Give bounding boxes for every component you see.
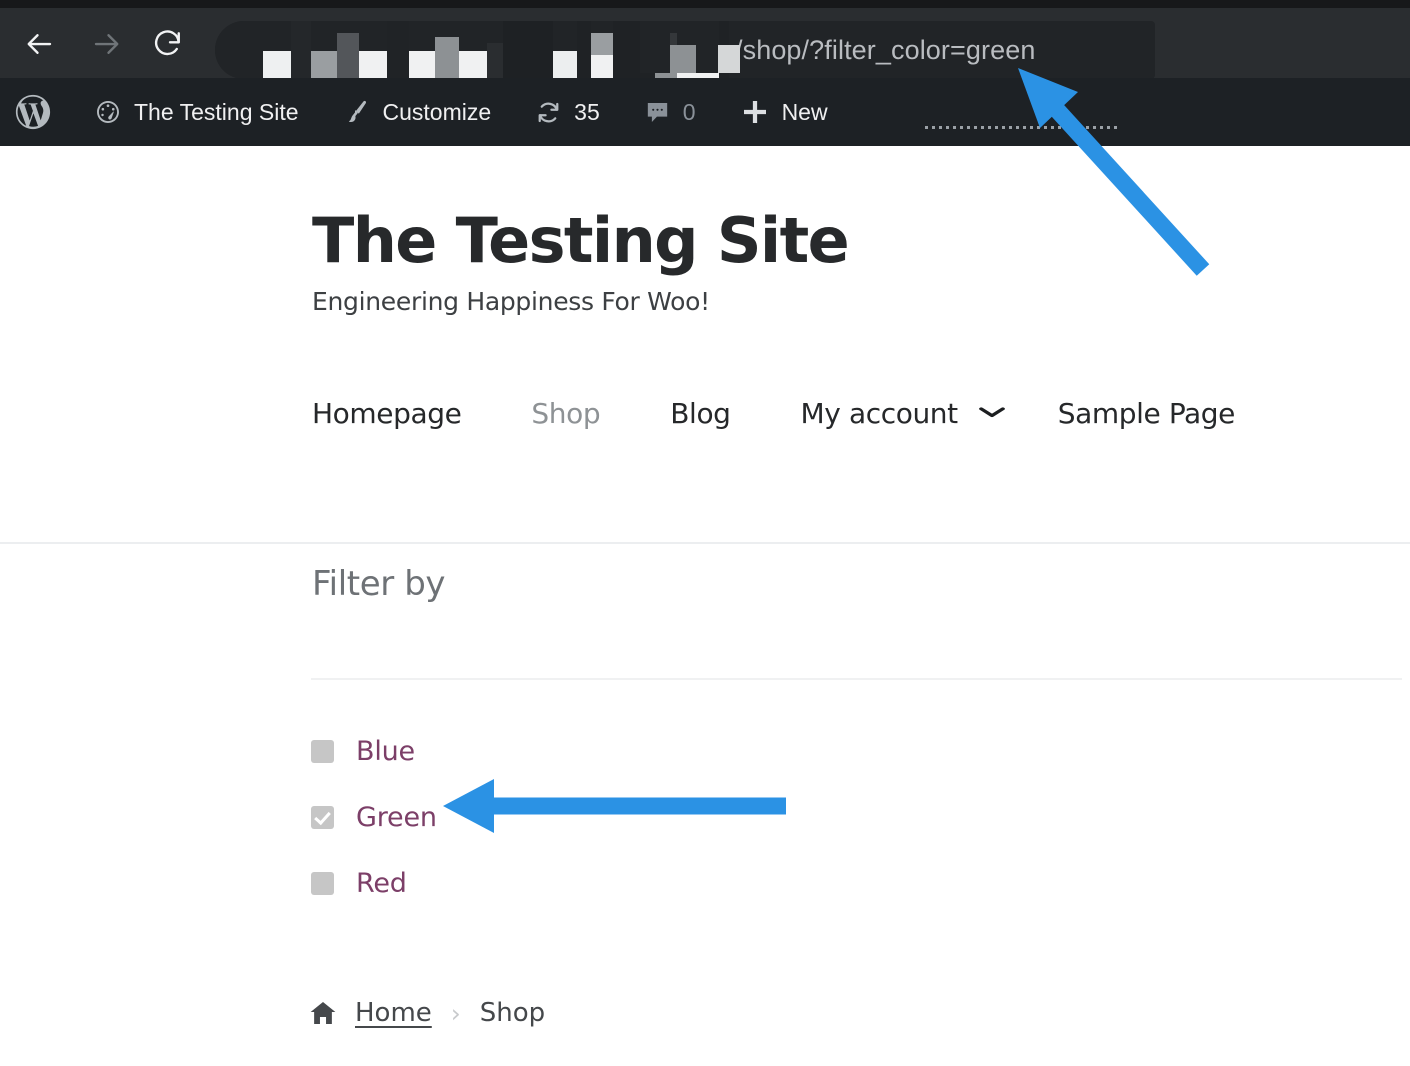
paintbrush-icon: [343, 98, 371, 126]
updates-refresh-icon: [535, 99, 562, 126]
breadcrumb: Home › Shop: [308, 998, 545, 1028]
customize-label: Customize: [382, 98, 492, 125]
adminbar-dotted-underline: [925, 126, 1117, 129]
plus-icon: [740, 97, 770, 127]
site-name-label: The Testing Site: [134, 98, 299, 125]
nav-item-shop[interactable]: Shop: [531, 397, 600, 430]
new-content-menu[interactable]: New: [740, 78, 828, 146]
page-title[interactable]: The Testing Site: [312, 208, 1410, 273]
adminbar-spacer-3: [600, 112, 644, 113]
redacted-url-mosaic-tail: [640, 21, 750, 73]
site-header: The Testing Site Engineering Happiness F…: [0, 146, 1410, 316]
filter-label-red[interactable]: Red: [356, 868, 407, 899]
breadcrumb-current: Shop: [479, 998, 546, 1028]
breadcrumb-separator-icon: ›: [450, 998, 461, 1028]
nav-item-blog[interactable]: Blog: [670, 397, 731, 430]
primary-navigation: Homepage Shop Blog My account Sample Pag…: [0, 382, 1410, 444]
filter-option-blue[interactable]: Blue: [311, 718, 437, 784]
wordpress-logo-icon: [14, 93, 52, 131]
filter-option-green[interactable]: Green: [311, 784, 437, 850]
filter-options-list: Blue Green Red: [311, 718, 437, 916]
home-house-icon[interactable]: [308, 999, 338, 1027]
customize-menu[interactable]: Customize: [343, 78, 492, 146]
checkbox-red[interactable]: [311, 871, 334, 895]
adminbar-spacer-2: [491, 112, 535, 113]
adminbar-spacer-4: [696, 112, 740, 113]
back-button[interactable]: [22, 26, 58, 62]
site-tagline: Engineering Happiness For Woo!: [312, 287, 710, 317]
new-label: New: [781, 98, 828, 125]
forward-button[interactable]: [88, 26, 124, 62]
nav-item-my-account[interactable]: My account: [800, 396, 1005, 430]
wordpress-admin-bar: The Testing Site Customize 35 0 New: [0, 78, 1410, 146]
breadcrumb-home-link[interactable]: Home: [355, 998, 432, 1028]
arrow-left-icon: [27, 34, 52, 54]
filter-divider: [311, 678, 1402, 680]
filter-option-red[interactable]: Red: [311, 850, 437, 916]
nav-item-my-account-label: My account: [800, 396, 959, 430]
updates-menu[interactable]: 35: [535, 78, 600, 146]
adminbar-spacer-1: [299, 112, 343, 113]
wp-logo-button[interactable]: [14, 78, 64, 146]
filter-widget: Filter by Blue Green Red: [0, 564, 1410, 899]
page-content: The Testing Site Engineering Happiness F…: [0, 146, 1410, 1066]
dashboard-speedometer-icon: [94, 98, 122, 126]
url-text: /shop/?filter_color=green: [735, 35, 1036, 65]
checkbox-blue[interactable]: [311, 739, 334, 763]
filter-heading: Filter by: [312, 564, 446, 604]
header-divider: [0, 542, 1410, 544]
nav-item-sample-page[interactable]: Sample Page: [1058, 397, 1236, 430]
site-name-menu[interactable]: The Testing Site: [94, 78, 299, 146]
reload-icon: [155, 30, 180, 56]
comments-count: 0: [682, 98, 696, 125]
comments-menu[interactable]: 0: [644, 78, 696, 146]
updates-count: 35: [574, 98, 600, 125]
reload-button[interactable]: [150, 26, 186, 62]
comment-bubble-icon: [644, 99, 671, 126]
filter-label-blue[interactable]: Blue: [356, 736, 415, 767]
chevron-down-icon[interactable]: [976, 402, 1008, 423]
window-top-strip: [0, 0, 1410, 8]
filter-label-green[interactable]: Green: [356, 802, 437, 833]
checkbox-green[interactable]: [311, 805, 334, 829]
arrow-right-icon: [94, 34, 119, 54]
nav-item-homepage[interactable]: Homepage: [312, 397, 462, 430]
